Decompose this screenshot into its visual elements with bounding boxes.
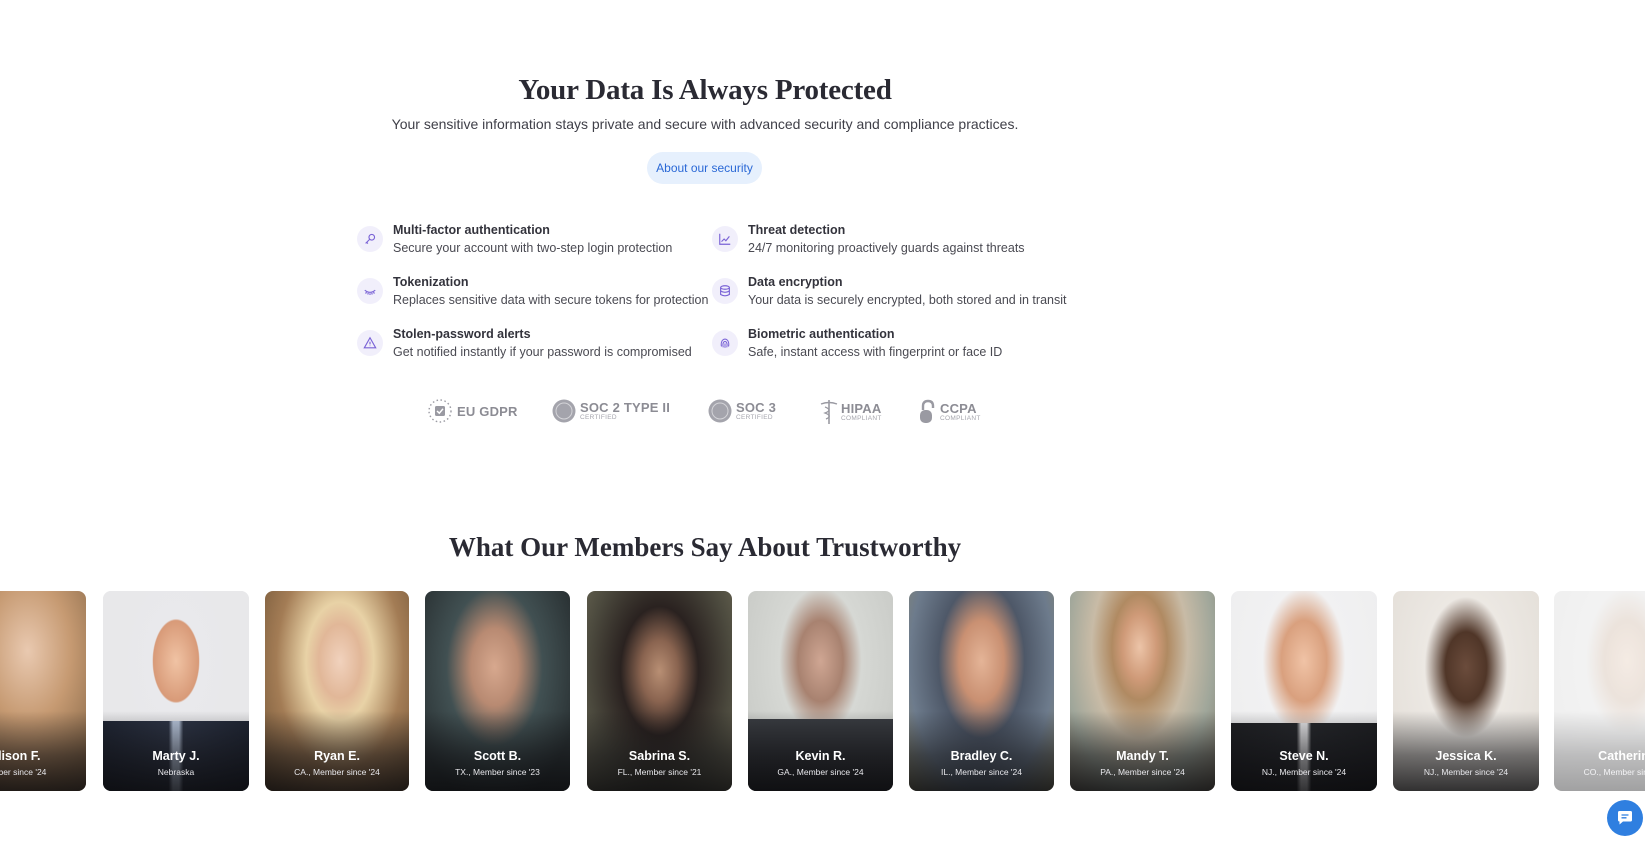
member-location: TX., Member since '23 — [455, 767, 540, 777]
member-location: NJ., Member since '24 — [1261, 767, 1347, 777]
testimonial-card[interactable]: Ryan E. CA., Member since '24 — [265, 591, 409, 791]
testimonial-card[interactable]: Sabrina S. FL., Member since '21 — [587, 591, 732, 791]
eye-closed-icon — [357, 278, 383, 304]
chart-line-icon — [712, 226, 738, 252]
cert-soc2: SOC 2 TYPE II CERTIFIED — [551, 398, 670, 424]
feature-title: Tokenization — [393, 275, 469, 289]
feature-mfa: Multi-factor authentication Secure your … — [357, 222, 672, 257]
testimonial-card[interactable]: Catherine CO., Member since '24 — [1554, 591, 1645, 791]
testimonial-card[interactable]: Marty J. Nebraska — [103, 591, 249, 791]
member-location: GA., Member since '24 — [777, 767, 864, 777]
member-location: PA., Member since '24 — [1100, 767, 1185, 777]
member-location: FL., Member since '21 — [617, 767, 702, 777]
feature-stolen-password-alerts: Stolen-password alerts Get notified inst… — [357, 326, 692, 361]
member-location: CO., Member since '24 — [1583, 767, 1645, 777]
caduceus-icon — [820, 400, 838, 424]
chat-bubble-icon — [1618, 811, 1632, 825]
member-name: Catherine — [1598, 749, 1645, 763]
feature-desc: Replaces sensitive data with secure toke… — [393, 293, 709, 307]
cert-ccpa: CCPA COMPLIANT — [918, 398, 981, 426]
member-location: IL., Member since '24 — [941, 767, 1022, 777]
feature-data-encryption: Data encryption Your data is securely en… — [712, 274, 1066, 309]
gdpr-badge-icon — [428, 399, 452, 423]
member-name: Jessica K. — [1435, 749, 1497, 763]
cert-sub: COMPLIANT — [841, 414, 882, 422]
feature-title: Data encryption — [748, 275, 843, 289]
cert-name: SOC 2 TYPE II — [580, 399, 671, 415]
testimonial-card[interactable]: Kevin R. GA., Member since '24 — [748, 591, 893, 791]
member-location: CA., Member since '24 — [294, 767, 380, 777]
member-location: Nebraska — [157, 767, 195, 777]
feature-title: Multi-factor authentication — [393, 223, 550, 237]
member-location: NJ., Member since '24 — [1423, 767, 1509, 777]
member-name: Bradley C. — [950, 749, 1013, 763]
member-name: Kevin R. — [795, 749, 846, 763]
testimonial-card[interactable]: Mandy T. PA., Member since '24 — [1070, 591, 1215, 791]
database-icon — [712, 278, 738, 304]
testimonial-carousel[interactable]: Allison F. Member since '24 Marty J. Neb… — [0, 591, 1645, 792]
cert-sub: CERTIFIED — [580, 413, 617, 421]
lock-icon — [920, 399, 935, 423]
chat-button[interactable] — [1607, 800, 1643, 836]
about-security-button[interactable]: About our security — [647, 152, 762, 184]
feature-biometric-authentication: Biometric authentication Safe, instant a… — [712, 326, 1002, 361]
cert-name: CCPA — [940, 400, 977, 416]
security-subtitle: Your sensitive information stays private… — [391, 116, 1019, 132]
cert-hipaa: HIPAA COMPLIANT — [818, 398, 882, 426]
feature-desc: 24/7 monitoring proactively guards again… — [748, 241, 1025, 255]
member-name: Scott B. — [473, 749, 522, 763]
feature-desc: Safe, instant access with fingerprint or… — [748, 345, 1003, 359]
feature-title: Biometric authentication — [748, 327, 895, 341]
cert-name: EU GDPR — [457, 403, 518, 419]
feature-desc: Get notified instantly if your password … — [393, 345, 692, 359]
cert-eu-gdpr: EU GDPR — [427, 398, 518, 424]
feature-title: Threat detection — [748, 223, 846, 237]
soc3-badge-icon — [708, 399, 732, 423]
testimonial-card[interactable]: Scott B. TX., Member since '23 — [425, 591, 570, 791]
member-name: Marty J. — [152, 749, 200, 763]
feature-title: Stolen-password alerts — [393, 327, 531, 341]
members-title: What Our Members Say About Trustworthy — [448, 532, 962, 562]
feature-tokenization: Tokenization Replaces sensitive data wit… — [357, 274, 708, 309]
feature-desc: Your data is securely encrypted, both st… — [748, 293, 1067, 307]
feature-threat-detection: Threat detection 24/7 monitoring proacti… — [712, 222, 1025, 257]
fingerprint-icon — [712, 330, 738, 356]
feature-desc: Secure your account with two-step login … — [393, 241, 673, 255]
warning-triangle-icon — [357, 330, 383, 356]
cert-soc3: SOC 3 CERTIFIED — [707, 398, 776, 424]
member-name: Sabrina S. — [628, 749, 691, 763]
cert-sub: CERTIFIED — [736, 413, 773, 421]
member-name: Mandy T. — [1116, 749, 1169, 763]
testimonial-card[interactable]: Allison F. Member since '24 — [0, 591, 86, 791]
testimonial-card[interactable]: Jessica K. NJ., Member since '24 — [1393, 591, 1539, 791]
member-name: Steve N. — [1279, 749, 1329, 763]
key-icon — [357, 226, 383, 252]
member-name: Ryan E. — [314, 749, 360, 763]
cert-name: HIPAA — [841, 400, 882, 416]
member-location: Member since '24 — [0, 767, 47, 777]
member-name: Allison F. — [0, 749, 41, 763]
cert-name: SOC 3 — [736, 399, 777, 415]
testimonial-card[interactable]: Bradley C. IL., Member since '24 — [909, 591, 1054, 791]
security-title: Your Data Is Always Protected — [518, 74, 892, 106]
soc2-badge-icon — [552, 399, 576, 423]
testimonial-card[interactable]: Steve N. NJ., Member since '24 — [1231, 591, 1377, 791]
cert-sub: COMPLIANT — [940, 414, 981, 422]
